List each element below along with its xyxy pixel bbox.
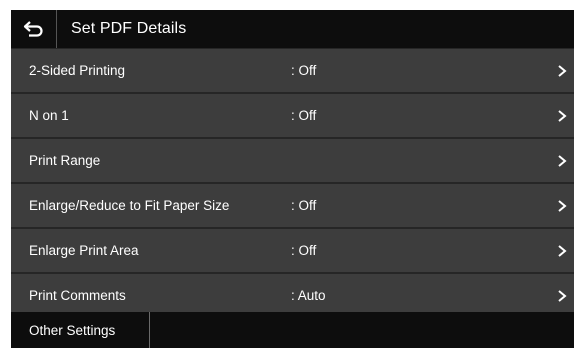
footer-bar: Other Settings — [11, 312, 574, 348]
other-settings-button[interactable]: Other Settings — [11, 312, 150, 348]
setting-row-print-range[interactable]: Print Range — [11, 139, 574, 182]
header-bar: Set PDF Details — [11, 10, 574, 48]
chevron-right-icon — [558, 200, 567, 212]
page-title: Set PDF Details — [71, 20, 187, 37]
setting-label: Print Range — [29, 153, 101, 168]
back-arrow-icon — [23, 21, 43, 37]
setting-label: N on 1 — [29, 108, 69, 123]
screen: Set PDF Details 2-Sided Printing : Off N… — [11, 10, 574, 348]
setting-row-print-comments[interactable]: Print Comments : Auto — [11, 274, 574, 317]
setting-label: Enlarge/Reduce to Fit Paper Size — [29, 198, 230, 213]
setting-value: : Auto — [291, 288, 326, 303]
settings-list: 2-Sided Printing : Off N on 1 : Off Prin… — [11, 49, 574, 319]
setting-label: Print Comments — [29, 288, 126, 303]
setting-value: : Off — [291, 243, 317, 258]
chevron-right-icon — [558, 65, 567, 77]
setting-value: : Off — [291, 198, 317, 213]
setting-row-2-sided-printing[interactable]: 2-Sided Printing : Off — [11, 49, 574, 92]
setting-label: Enlarge Print Area — [29, 243, 139, 258]
chevron-right-icon — [558, 110, 567, 122]
chevron-right-icon — [558, 290, 567, 302]
back-button[interactable] — [11, 10, 57, 48]
setting-row-enlarge-print-area[interactable]: Enlarge Print Area : Off — [11, 229, 574, 272]
setting-label: 2-Sided Printing — [29, 63, 126, 78]
setting-row-n-on-1[interactable]: N on 1 : Off — [11, 94, 574, 137]
chevron-right-icon — [558, 245, 567, 257]
setting-row-enlarge-reduce[interactable]: Enlarge/Reduce to Fit Paper Size : Off — [11, 184, 574, 227]
chevron-right-icon — [558, 155, 567, 167]
setting-value: : Off — [291, 108, 317, 123]
setting-value: : Off — [291, 63, 317, 78]
